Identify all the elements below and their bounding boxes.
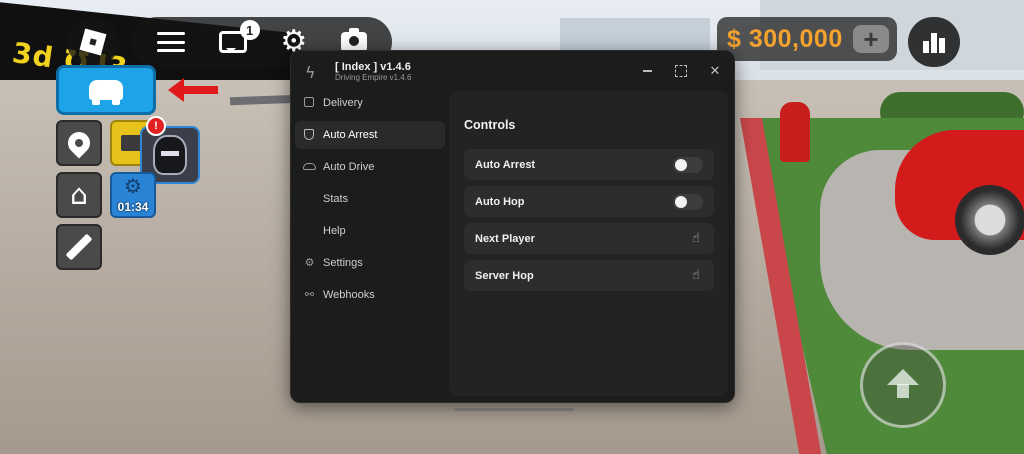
- cog-icon: ⚙: [124, 174, 142, 198]
- leaderboard-icon: [931, 33, 937, 53]
- auto-hop-row: Auto Hop: [464, 186, 714, 217]
- money-display: $ 300,000 +: [717, 17, 897, 61]
- sidebar-item-stats[interactable]: Stats: [295, 185, 445, 213]
- gear-icon: ⚙: [304, 256, 315, 269]
- location-pin-icon: [63, 127, 95, 159]
- maximize-icon[interactable]: [673, 63, 689, 79]
- section-title: Controls: [464, 118, 516, 132]
- roblox-logo-icon: [79, 28, 107, 56]
- chat-icon[interactable]: 1: [218, 20, 260, 53]
- car-icon: [89, 80, 123, 105]
- shield-icon: [304, 129, 314, 140]
- reward-timer: 01:34: [117, 200, 149, 214]
- control-label: Server Hop: [475, 269, 534, 282]
- box-icon: [304, 97, 314, 107]
- ninja-avatar-icon: [153, 135, 187, 175]
- control-label: Auto Arrest: [475, 158, 536, 171]
- auto-hop-toggle[interactable]: [673, 194, 703, 210]
- add-money-button[interactable]: +: [853, 25, 889, 53]
- money-amount: $ 300,000: [727, 24, 843, 53]
- webhook-icon: ⚯: [304, 288, 315, 301]
- close-icon[interactable]: ✕: [707, 63, 723, 79]
- click-icon: ☝: [692, 231, 700, 246]
- home-icon: ⌂: [70, 178, 88, 211]
- vehicle-button[interactable]: [56, 65, 156, 115]
- control-label: Next Player: [475, 232, 535, 245]
- next-player-button[interactable]: Next Player ☝: [464, 223, 714, 254]
- sidebar: Delivery Auto Arrest Auto Drive Stats He…: [295, 89, 445, 313]
- chat-badge: 1: [239, 20, 260, 40]
- script-window: ϟ [ Index ] v1.4.6 Driving Empire v1.4.6…: [290, 50, 735, 411]
- notification-badge: !: [146, 116, 166, 136]
- leaderboard-icon: [939, 38, 945, 53]
- auto-arrest-row: Auto Arrest: [464, 149, 714, 180]
- control-label: Auto Hop: [475, 195, 525, 208]
- server-hop-button[interactable]: Server Hop ☝: [464, 260, 714, 291]
- leaderboard-button[interactable]: [908, 17, 960, 67]
- sidebar-item-auto-arrest[interactable]: Auto Arrest: [295, 121, 445, 149]
- sidebar-item-webhooks[interactable]: ⚯ Webhooks: [295, 281, 445, 309]
- paintbrush-icon: [65, 233, 93, 261]
- map-button[interactable]: [56, 120, 102, 166]
- sidebar-item-label: Settings: [323, 257, 363, 269]
- sidebar-item-label: Webhooks: [323, 289, 375, 301]
- sidebar-item-label: Auto Arrest: [323, 129, 378, 141]
- window-titlebar[interactable]: ϟ [ Index ] v1.4.6 Driving Empire v1.4.6…: [291, 51, 734, 91]
- sidebar-item-auto-drive[interactable]: Auto Drive: [295, 153, 445, 181]
- controls-panel: Controls Auto Arrest Auto Hop Next Playe…: [449, 91, 728, 396]
- camera-icon[interactable]: [341, 28, 368, 52]
- sidebar-item-label: Stats: [323, 193, 349, 205]
- sidebar-item-label: Delivery: [323, 97, 363, 109]
- jump-button[interactable]: [860, 342, 946, 428]
- sidebar-item-delivery[interactable]: Delivery: [295, 89, 445, 117]
- hamburger-menu-icon[interactable]: [156, 32, 185, 52]
- home-button[interactable]: ⌂: [56, 172, 102, 218]
- resize-handle[interactable]: [454, 408, 574, 411]
- red-arrow-icon: [168, 78, 218, 102]
- sidebar-item-label: Help: [323, 225, 346, 237]
- lightning-icon: ϟ: [305, 63, 316, 82]
- car-icon: [303, 163, 316, 170]
- sidebar-item-settings[interactable]: ⚙ Settings: [295, 249, 445, 277]
- roblox-menu-button[interactable]: [67, 17, 119, 67]
- fire-hydrant: [780, 102, 810, 162]
- sidebar-item-help[interactable]: Help: [295, 217, 445, 245]
- paint-button[interactable]: [56, 224, 102, 270]
- timer-reward-button[interactable]: ⚙ 01:34: [110, 172, 156, 218]
- sidebar-item-label: Auto Drive: [323, 161, 375, 173]
- leaderboard-icon: [923, 41, 929, 53]
- window-subtitle: Driving Empire v1.4.6: [335, 73, 412, 82]
- click-icon: ☝: [692, 268, 700, 283]
- car-wheel: [955, 185, 1024, 255]
- window-title: [ Index ] v1.4.6: [335, 61, 411, 73]
- minimize-icon[interactable]: [639, 63, 655, 79]
- arrow-up-icon: [887, 369, 919, 401]
- auto-arrest-toggle[interactable]: [673, 157, 703, 173]
